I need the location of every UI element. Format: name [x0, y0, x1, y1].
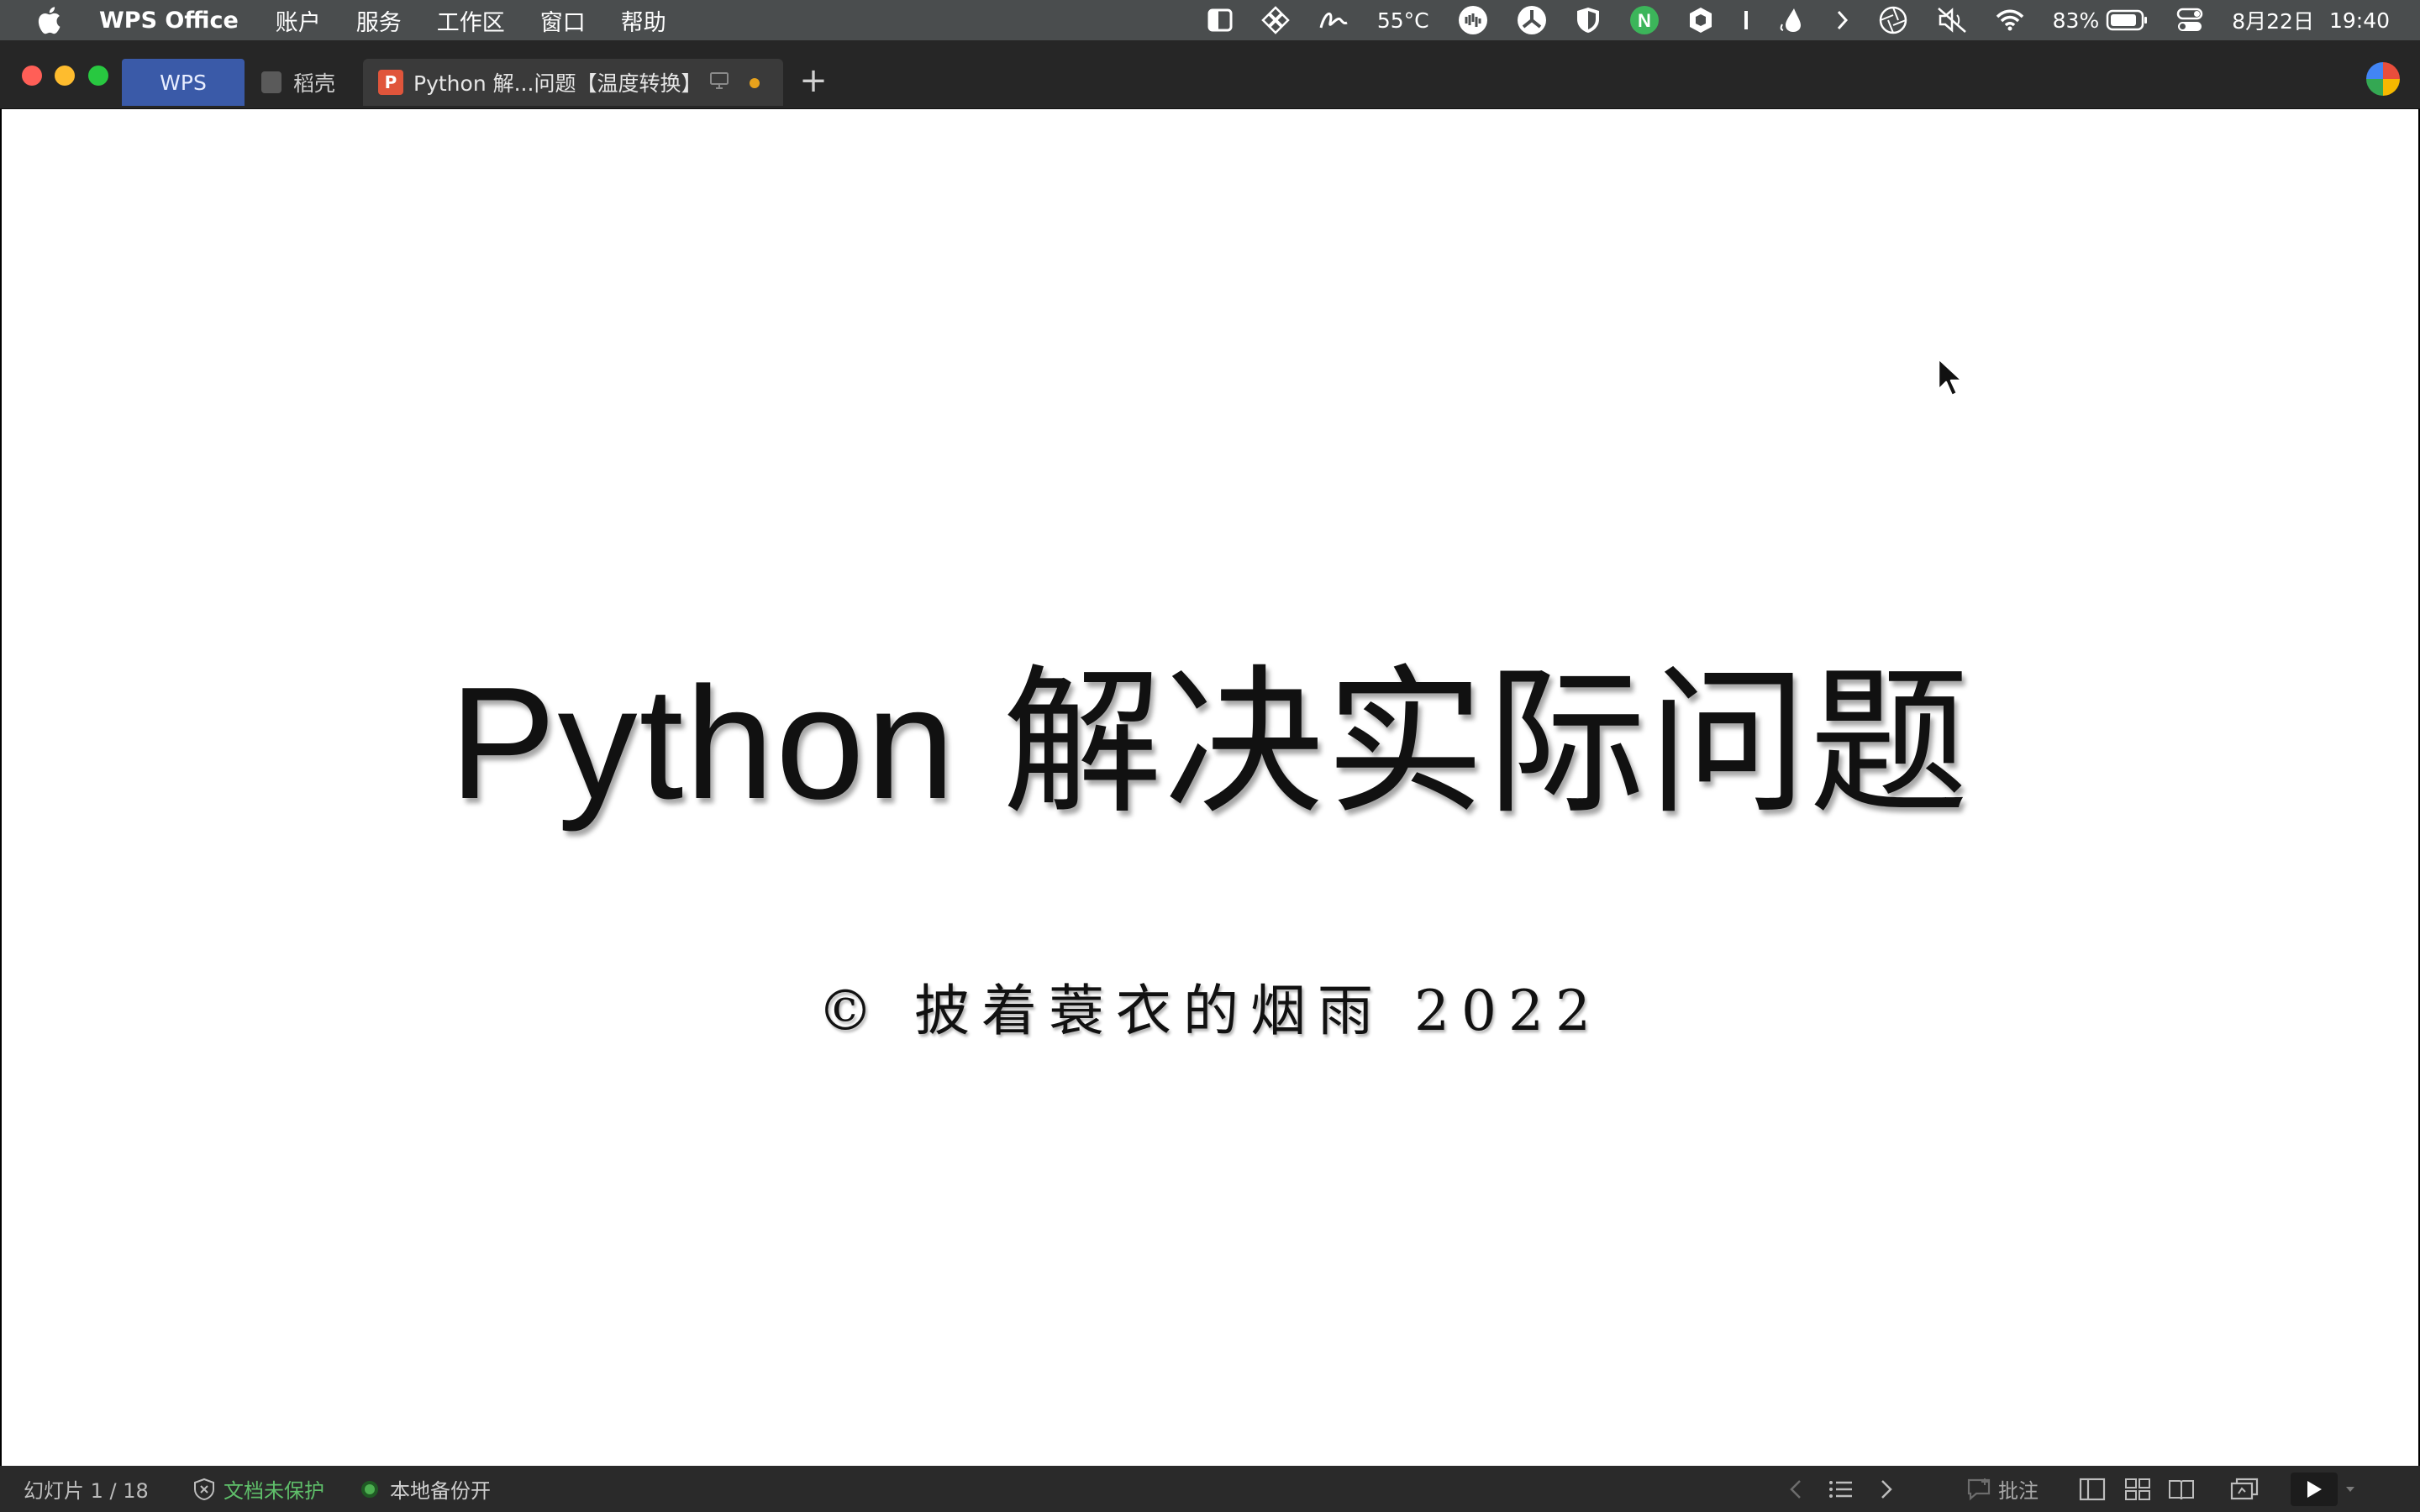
menubar-date[interactable]: 8月22日: [2232, 0, 2314, 40]
caret-down-icon: [2346, 1486, 2354, 1492]
signature-icon[interactable]: [1318, 0, 1349, 40]
chevron-left-icon: [1790, 1479, 1801, 1499]
move-arrows-icon[interactable]: [1261, 0, 1290, 40]
tab-document[interactable]: P Python 解...问题【温度转换】: [363, 59, 783, 106]
drop-icon[interactable]: [1779, 0, 1807, 40]
chevron-right-icon: [1881, 1479, 1892, 1499]
monitor-icon: [709, 71, 729, 95]
battery-percent: 83%: [2052, 8, 2100, 33]
comment-icon: [1967, 1478, 1991, 1500]
status-bar: 幻灯片 1 / 18 文档未保护 本地备份开 批注: [0, 1466, 2420, 1512]
normal-view-button[interactable]: [2079, 1466, 2106, 1512]
grid-view-icon: [2125, 1478, 2150, 1500]
slideshow-options-button[interactable]: [2344, 1466, 2356, 1512]
tab-daoke[interactable]: 稻壳: [256, 59, 357, 106]
previous-slide-button[interactable]: [1788, 1466, 1803, 1512]
backup-label: 本地备份开: [390, 1479, 491, 1503]
book-icon: [2169, 1479, 2194, 1499]
cpu-temperature[interactable]: 55°C: [1377, 0, 1429, 40]
slide-counter[interactable]: 幻灯片 1 / 18: [24, 1466, 149, 1512]
reading-view-button[interactable]: [2168, 1466, 2195, 1512]
local-backup-status[interactable]: 本地备份开: [361, 1466, 491, 1512]
tab-wps-label: WPS: [160, 70, 207, 95]
menu-account[interactable]: 账户: [276, 4, 321, 37]
mouse-pointer-icon: [1936, 356, 1965, 403]
mute-icon[interactable]: [1937, 0, 1967, 40]
avatar[interactable]: [2366, 62, 2400, 96]
bar-icon[interactable]: [1742, 0, 1750, 40]
apple-menu-icon[interactable]: [34, 5, 64, 35]
menu-help[interactable]: 帮助: [621, 4, 666, 37]
shield-icon[interactable]: [1576, 0, 1601, 40]
battery-icon[interactable]: [2106, 0, 2148, 40]
menu-services[interactable]: 服务: [356, 4, 402, 37]
shield-x-icon: [194, 1478, 214, 1500]
normal-view-icon: [2079, 1478, 2106, 1500]
slide-title: Python 解决实际问题: [449, 654, 1971, 832]
n-app-icon[interactable]: N: [1629, 0, 1660, 40]
menu-workspace[interactable]: 工作区: [437, 4, 505, 37]
list-icon: [1829, 1480, 1852, 1498]
unsaved-indicator: [750, 78, 760, 88]
aperture-icon[interactable]: [1878, 0, 1908, 40]
menu-window[interactable]: 窗口: [540, 4, 586, 37]
slide-subtitle: © 披着蓑衣的烟雨 2022: [818, 979, 1602, 1043]
comment-button[interactable]: 批注: [1966, 1466, 2039, 1512]
chevron-right-icon[interactable]: [1836, 0, 1849, 40]
next-slide-button[interactable]: [1879, 1466, 1894, 1512]
presenter-view-button[interactable]: [2230, 1466, 2259, 1512]
slide-canvas[interactable]: Python 解决实际问题 © 披着蓑衣的烟雨 2022: [2, 109, 2418, 1466]
presentation-file-icon: P: [378, 70, 403, 95]
window-zoom-button[interactable]: [88, 66, 108, 86]
play-slideshow-button[interactable]: [2291, 1473, 2338, 1506]
daoke-icon: [261, 71, 281, 93]
tripod-icon[interactable]: [1517, 0, 1547, 40]
svg-text:N: N: [1638, 10, 1651, 31]
window-tab-bar: WPS 稻壳 P Python 解...问题【温度转换】 +: [0, 40, 2420, 109]
tab-document-label: Python 解...问题【温度转换】: [413, 71, 702, 96]
wifi-icon[interactable]: [1996, 0, 2024, 40]
tab-daoke-label: 稻壳: [293, 71, 336, 96]
backup-status-icon: [361, 1480, 378, 1498]
menu-app-name[interactable]: WPS Office: [99, 8, 239, 34]
menubar-time[interactable]: 19:40: [2329, 0, 2390, 40]
window-minimize-button[interactable]: [55, 66, 75, 86]
play-icon: [2307, 1481, 2322, 1498]
protection-label: 文档未保护: [224, 1479, 324, 1503]
window-close-button[interactable]: [22, 66, 42, 86]
macos-menubar: WPS Office 账户 服务 工作区 窗口 帮助 55°C N 83% 8月…: [0, 0, 2420, 40]
slide-list-button[interactable]: [1828, 1466, 1854, 1512]
tab-wps-home[interactable]: WPS: [122, 59, 245, 106]
activity-meter-icon[interactable]: [1458, 0, 1488, 40]
slide-sorter-button[interactable]: [2124, 1466, 2151, 1512]
document-protection-status[interactable]: 文档未保护: [193, 1466, 324, 1512]
control-center-icon[interactable]: [2176, 0, 2203, 40]
sidebar-toggle-icon[interactable]: [1207, 0, 1233, 40]
presenter-icon: [2230, 1478, 2259, 1499]
hexagon-icon[interactable]: [1688, 0, 1713, 40]
new-tab-button[interactable]: +: [798, 64, 829, 97]
comment-label: 批注: [1998, 1479, 2039, 1503]
